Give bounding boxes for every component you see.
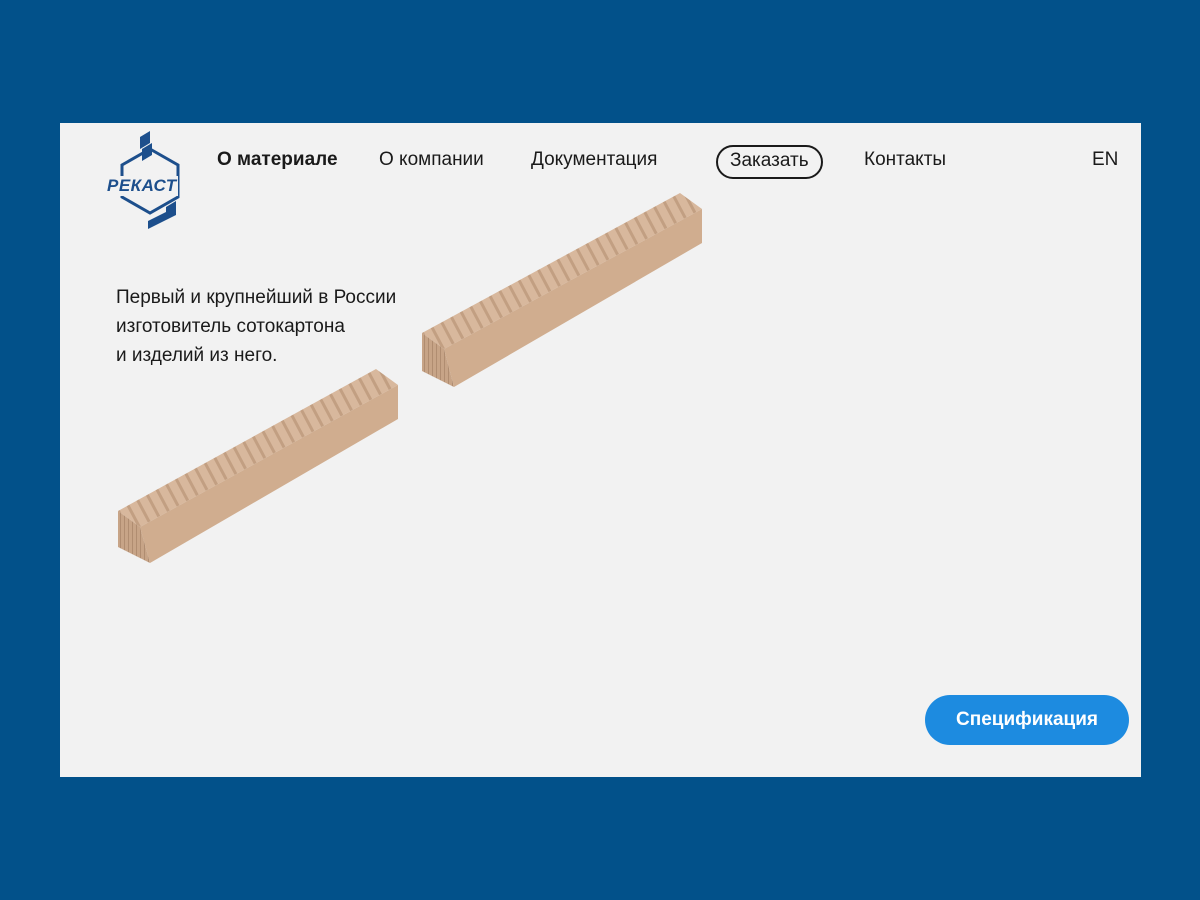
site-page: РЕКАСТ О материале О компании Документац…: [60, 123, 1141, 777]
cardboard-beam-upper: [422, 193, 702, 387]
cardboard-beam-lower: [118, 369, 398, 563]
honeycomb-cardboard-illustration: [118, 193, 702, 563]
specification-button[interactable]: Спецификация: [925, 695, 1129, 745]
